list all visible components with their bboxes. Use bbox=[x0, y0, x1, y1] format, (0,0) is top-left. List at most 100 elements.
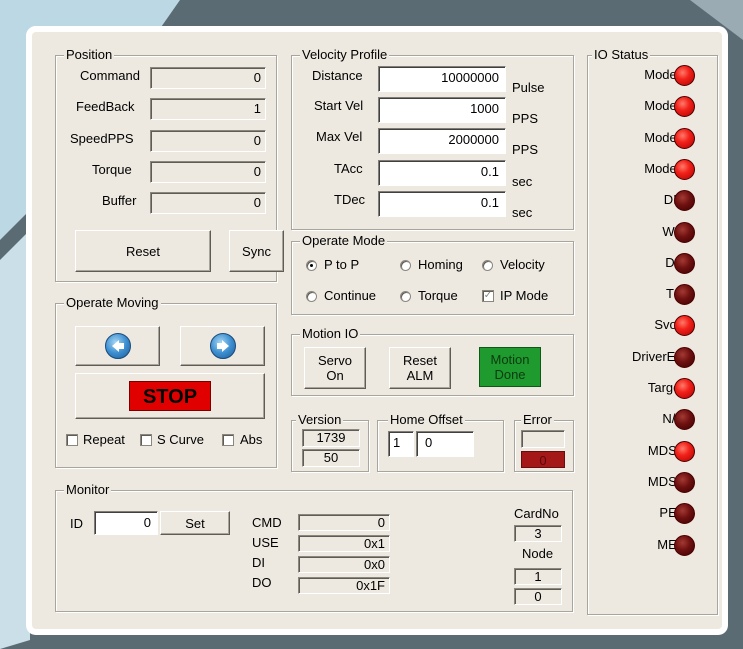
home-offset-group: Home Offset 1 0 bbox=[377, 412, 504, 472]
reset-button[interactable]: Reset bbox=[75, 230, 211, 272]
position-title: Position bbox=[64, 47, 115, 63]
monitor-use-label: USE bbox=[252, 535, 279, 550]
tacc-input[interactable]: 0.1 bbox=[378, 160, 506, 186]
motion-io-group: Motion IO Servo On Reset ALM Motion Done bbox=[291, 326, 574, 396]
mode-torque-radio[interactable] bbox=[400, 291, 411, 302]
max-vel-unit: PPS bbox=[512, 142, 539, 157]
monitor-group: Monitor ID 0 Set CMD 0 USE 0x1 DI 0x0 DO… bbox=[55, 482, 573, 612]
start-vel-input[interactable]: 1000 bbox=[378, 97, 506, 123]
version-title: Version bbox=[296, 412, 344, 428]
tdec-input[interactable]: 0.1 bbox=[378, 191, 506, 217]
io-status-led bbox=[674, 127, 695, 149]
error-group: Error 0 bbox=[514, 412, 574, 472]
reset-alm-label-1: Reset bbox=[403, 353, 437, 368]
position-torque-label: Torque bbox=[92, 162, 132, 177]
monitor-di-value: 0x0 bbox=[298, 556, 390, 573]
stop-button[interactable]: STOP bbox=[75, 373, 265, 419]
io-status-led bbox=[674, 221, 695, 243]
node-value-1: 1 bbox=[514, 568, 562, 585]
position-group: Position Command 0 FeedBack 1 SpeedPPS 0… bbox=[55, 47, 284, 282]
monitor-set-button[interactable]: Set bbox=[160, 511, 230, 535]
sync-button[interactable]: Sync bbox=[229, 230, 284, 272]
tdec-label: TDec bbox=[334, 192, 366, 207]
velocity-profile-group: Velocity Profile Distance 10000000 Pulse… bbox=[291, 47, 574, 230]
motion-done-indicator: Motion Done bbox=[479, 347, 541, 387]
monitor-di-label: DI bbox=[252, 555, 265, 570]
distance-input[interactable]: 10000000 bbox=[378, 66, 506, 92]
s-curve-label[interactable]: S Curve bbox=[157, 432, 204, 448]
position-command-value: 0 bbox=[150, 67, 266, 89]
monitor-id-label: ID bbox=[70, 516, 83, 531]
home-offset-input-2[interactable]: 0 bbox=[416, 431, 474, 457]
ip-mode-checkbox[interactable]: ✓ bbox=[482, 290, 494, 302]
monitor-cmd-value: 0 bbox=[298, 514, 390, 531]
io-status-led bbox=[674, 471, 695, 493]
position-speedpps-label: SpeedPPS bbox=[70, 131, 134, 146]
cardno-label: CardNo bbox=[514, 506, 559, 521]
mode-velocity-label[interactable]: Velocity bbox=[500, 257, 545, 273]
mode-continue-radio[interactable] bbox=[306, 291, 317, 302]
error-title: Error bbox=[521, 412, 554, 428]
io-status-led bbox=[674, 65, 695, 86]
motion-done-label-1: Motion bbox=[490, 352, 530, 367]
position-torque-value: 0 bbox=[150, 161, 266, 183]
abs-label[interactable]: Abs bbox=[240, 432, 262, 448]
abs-checkbox[interactable] bbox=[222, 434, 234, 446]
tdec-unit: sec bbox=[512, 205, 533, 220]
max-vel-input[interactable]: 2000000 bbox=[378, 128, 506, 154]
mode-homing-radio[interactable] bbox=[400, 260, 411, 271]
distance-unit: Pulse bbox=[512, 80, 545, 95]
mode-torque-label[interactable]: Torque bbox=[418, 288, 458, 304]
version-group: Version 1739 50 bbox=[291, 412, 369, 472]
home-offset-title: Home Offset bbox=[388, 412, 465, 428]
mode-velocity-radio[interactable] bbox=[482, 260, 493, 271]
repeat-checkbox[interactable] bbox=[66, 434, 78, 446]
monitor-title: Monitor bbox=[64, 482, 112, 498]
monitor-do-label: DO bbox=[252, 575, 272, 590]
node-label: Node bbox=[522, 546, 554, 561]
io-status-led bbox=[674, 534, 695, 556]
tacc-label: TAcc bbox=[334, 161, 363, 176]
move-left-button[interactable] bbox=[75, 326, 160, 366]
servo-on-button[interactable]: Servo On bbox=[304, 347, 366, 389]
repeat-label[interactable]: Repeat bbox=[83, 432, 125, 448]
error-blank-box bbox=[521, 430, 565, 448]
monitor-do-value: 0x1F bbox=[298, 577, 390, 594]
reset-alm-label-2: ALM bbox=[406, 368, 434, 383]
io-status-led bbox=[674, 158, 695, 180]
mode-homing-label[interactable]: Homing bbox=[418, 257, 463, 273]
velocity-profile-title: Velocity Profile bbox=[300, 47, 390, 63]
move-right-button[interactable] bbox=[180, 326, 265, 366]
operate-mode-title: Operate Mode bbox=[300, 233, 388, 249]
stop-label: STOP bbox=[129, 381, 211, 411]
position-command-label: Command bbox=[80, 68, 140, 83]
main-panel: Position Command 0 FeedBack 1 SpeedPPS 0… bbox=[32, 32, 722, 629]
operate-moving-group: Operate Moving STOP Repeat S Curve Abs bbox=[55, 295, 277, 468]
position-speedpps-value: 0 bbox=[150, 130, 266, 152]
mode-ptop-radio[interactable] bbox=[306, 260, 317, 271]
motion-io-title: Motion IO bbox=[300, 326, 361, 342]
start-vel-unit: PPS bbox=[512, 111, 539, 126]
io-status-led bbox=[674, 346, 695, 368]
io-status-led bbox=[674, 252, 695, 274]
mode-ptop-label[interactable]: P to P bbox=[324, 257, 359, 273]
monitor-id-input[interactable]: 0 bbox=[94, 511, 158, 535]
ip-mode-label[interactable]: IP Mode bbox=[500, 288, 548, 304]
home-offset-input-1[interactable]: 1 bbox=[388, 431, 414, 457]
node-value-2: 0 bbox=[514, 588, 562, 605]
reset-alm-button[interactable]: Reset ALM bbox=[389, 347, 451, 389]
servo-on-label-2: On bbox=[326, 368, 344, 383]
position-buffer-value: 0 bbox=[150, 192, 266, 214]
cardno-value: 3 bbox=[514, 525, 562, 542]
operate-moving-title: Operate Moving bbox=[64, 295, 161, 311]
io-status-led bbox=[674, 284, 695, 306]
mode-continue-label[interactable]: Continue bbox=[324, 288, 376, 304]
position-buffer-label: Buffer bbox=[102, 193, 137, 208]
arrow-right-icon bbox=[209, 333, 236, 359]
version-value-1: 1739 bbox=[302, 429, 360, 447]
io-status-led bbox=[674, 440, 695, 462]
servo-on-label-1: Servo bbox=[318, 353, 352, 368]
error-value: 0 bbox=[521, 451, 565, 468]
motion-done-label-2: Done bbox=[494, 367, 526, 382]
s-curve-checkbox[interactable] bbox=[140, 434, 152, 446]
